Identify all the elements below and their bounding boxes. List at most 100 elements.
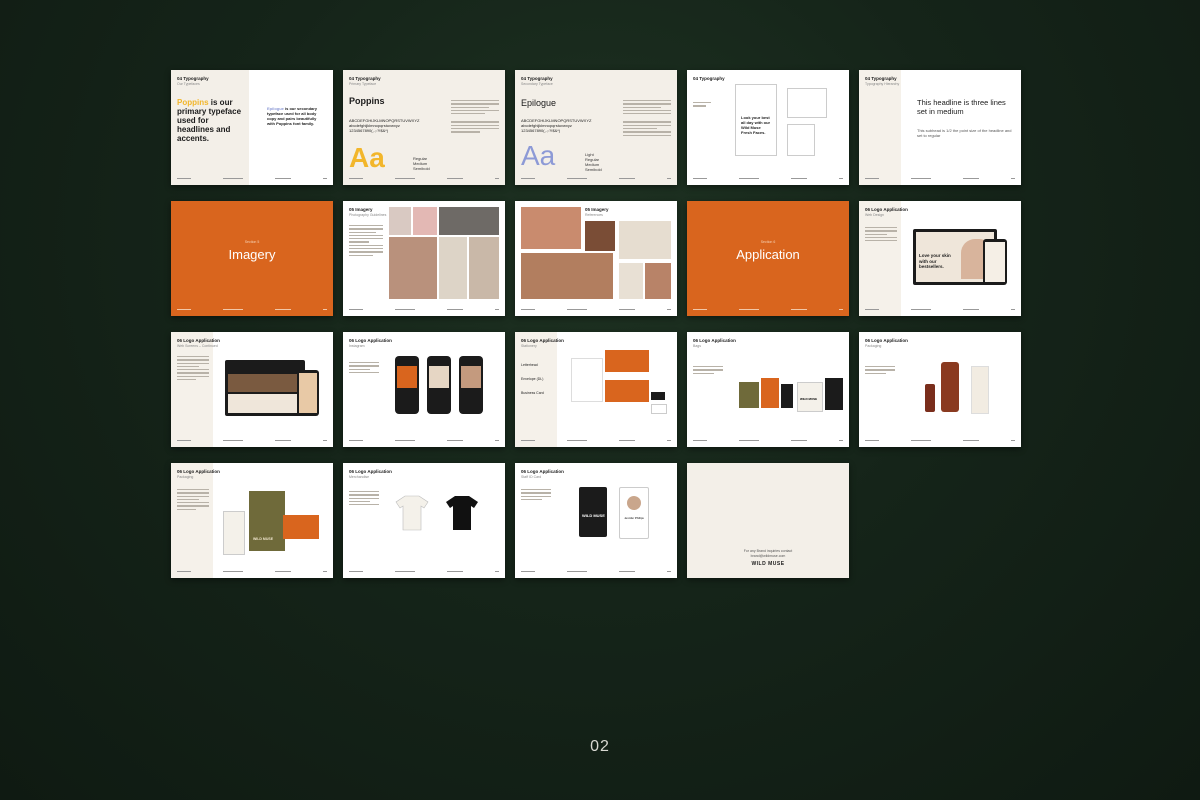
page-number: 02 bbox=[590, 738, 610, 755]
slide-heading: 04 Typography bbox=[521, 76, 553, 81]
slide-subheading: Staff ID Card bbox=[521, 475, 542, 479]
body-copy bbox=[865, 227, 897, 243]
slide-subheading: Web Design bbox=[865, 213, 885, 217]
photo-product bbox=[439, 207, 499, 235]
font-name: Epilogue bbox=[521, 98, 557, 108]
section-title: Imagery bbox=[228, 247, 276, 262]
slide-heading: 04 Typography bbox=[865, 76, 897, 81]
slide-heading: 06 Logo Application bbox=[521, 469, 564, 474]
slide-typography-hierarchy[interactable]: 04 Typography Typography Hierarchy This h… bbox=[859, 70, 1021, 185]
body-copy bbox=[177, 356, 209, 382]
body-copy bbox=[349, 362, 379, 375]
font-name: Poppins bbox=[349, 96, 385, 106]
bag-orange bbox=[761, 378, 779, 408]
slide-contact[interactable]: For any Brand inquiries contact brand@wi… bbox=[687, 463, 849, 578]
body-copy bbox=[349, 491, 379, 507]
glyph-set: ABCDEFGHIJKLMNOPQRSTUVWXYZ abcdefghijklmn… bbox=[521, 118, 592, 133]
slide-subheading: Packaging bbox=[865, 344, 882, 348]
photo-dropper bbox=[521, 207, 581, 249]
bag-olive bbox=[739, 382, 759, 408]
slide-heading: 06 Logo Application bbox=[693, 338, 736, 343]
sample-glyph: Aa bbox=[521, 140, 556, 171]
photo bbox=[389, 207, 411, 235]
slide-subheading: Our Typefaces bbox=[177, 82, 200, 86]
slide-stationery[interactable]: 06 Logo Application Stationery Letterhead… bbox=[515, 332, 677, 447]
slide-heading: 05 Imagery bbox=[585, 207, 609, 212]
tote-black bbox=[825, 378, 843, 410]
slide-imagery-references[interactable]: 05 Imagery References bbox=[515, 201, 677, 316]
body-copy bbox=[349, 225, 383, 258]
secondary-typeface-statement: Epilogue is our secondary typeface used … bbox=[267, 106, 318, 126]
box-white bbox=[223, 511, 245, 555]
body-copy bbox=[177, 489, 209, 512]
slide-section-application[interactable]: Section 6 Application bbox=[687, 201, 849, 316]
phone-mockup bbox=[297, 370, 319, 416]
side-notes bbox=[693, 102, 711, 109]
body-copy bbox=[521, 489, 551, 502]
phone-mockup-2 bbox=[427, 356, 451, 414]
contact-info: For any Brand inquiries contact brand@wi… bbox=[743, 549, 793, 558]
slide-subheading: Bags bbox=[693, 344, 701, 348]
slide-instagram[interactable]: 06 Logo Application Instagram bbox=[343, 332, 505, 447]
slide-typography-usage[interactable]: 04 Typography Look your best all day wit… bbox=[687, 70, 849, 185]
body-copy bbox=[451, 100, 499, 135]
slide-merchandise[interactable]: 06 Logo Application Merchandise bbox=[343, 463, 505, 578]
section-label: Section 6 bbox=[760, 240, 776, 244]
slide-subheading: Stationery bbox=[521, 344, 537, 348]
primary-typeface-statement: Poppins is our primary typeface used for… bbox=[177, 98, 242, 143]
slide-bags[interactable]: 06 Logo Application Bags WILD MUSE bbox=[687, 332, 849, 447]
slide-photography-guidelines[interactable]: 05 Imagery Photography Guidelines bbox=[343, 201, 505, 316]
stationery-list: Letterhead Envelope (DL) Business Card bbox=[521, 363, 544, 395]
slide-heading: 06 Logo Application bbox=[349, 469, 392, 474]
photo-portrait bbox=[389, 237, 437, 299]
photo-closeup bbox=[521, 253, 613, 299]
slide-secondary-typeface[interactable]: 04 Typography Secondary Typeface Epilogue… bbox=[515, 70, 677, 185]
slide-grid: 04 Typography Our Typefaces Poppins is ou… bbox=[171, 70, 1021, 578]
slide-typography-intro[interactable]: 04 Typography Our Typefaces Poppins is ou… bbox=[171, 70, 333, 185]
letterhead bbox=[571, 358, 603, 402]
photo-flowers bbox=[413, 207, 437, 235]
photo-bottle bbox=[439, 237, 467, 299]
body-copy bbox=[693, 366, 723, 376]
business-card bbox=[651, 392, 665, 400]
slide-subheading: Merchandise bbox=[349, 475, 370, 479]
slide-section-imagery[interactable]: Section 5 Imagery bbox=[171, 201, 333, 316]
slide-subheading: Photography Guidelines bbox=[349, 213, 387, 217]
presentation-overview: { "page": { "number": "02" }, "slides": … bbox=[0, 0, 1200, 800]
section-title: Application bbox=[736, 247, 800, 262]
envelope-back bbox=[605, 380, 649, 402]
sample-glyph: Aa bbox=[349, 142, 385, 173]
slide-primary-typeface[interactable]: 04 Typography Primary Typeface Poppins AB… bbox=[343, 70, 505, 185]
slide-heading: 06 Logo Application bbox=[177, 469, 220, 474]
card-mockup-small bbox=[787, 88, 827, 118]
brand-logo: WILD MUSE bbox=[751, 561, 785, 567]
slide-web-screens[interactable]: 06 Logo Application Web Screens – Continu… bbox=[171, 332, 333, 447]
tote-white: WILD MUSE bbox=[797, 382, 823, 412]
slide-packaging-bottles[interactable]: 06 Logo Application Packaging bbox=[859, 332, 1021, 447]
photo-hands bbox=[645, 263, 671, 299]
slide-subheading: Primary Typeface bbox=[349, 82, 377, 86]
photo-texture bbox=[469, 237, 499, 299]
slide-subheading: Web Screens – Continued bbox=[177, 344, 218, 348]
slide-heading: 04 Typography bbox=[693, 76, 725, 81]
id-card-back: Jennifer Phillips bbox=[619, 487, 649, 539]
hierarchy-headline: This headline is three lines set in medi… bbox=[917, 98, 1006, 116]
photo-towels bbox=[619, 221, 671, 259]
tshirt-white bbox=[395, 495, 429, 531]
id-card-front: WILD MUSE bbox=[579, 487, 607, 537]
tshirt-black bbox=[446, 496, 478, 530]
photo-face bbox=[585, 221, 615, 251]
tablet-mockup bbox=[983, 239, 1007, 285]
slide-heading: 06 Logo Application bbox=[865, 338, 908, 343]
bottle-dropper bbox=[925, 384, 935, 412]
slide-web-design[interactable]: 06 Logo Application Web Design Love your … bbox=[859, 201, 1021, 316]
business-card-back bbox=[651, 404, 667, 414]
glyph-set: ABCDEFGHIJKLMNOPQRSTUVWXYZ abcdefghijklmn… bbox=[349, 118, 420, 133]
weight-list: Regular Medium Semibold bbox=[413, 156, 430, 171]
card-mockup-tiny bbox=[787, 124, 815, 156]
slide-staff-id[interactable]: 06 Logo Application Staff ID Card WILD MU… bbox=[515, 463, 677, 578]
body-copy bbox=[865, 366, 895, 376]
slide-packaging-boxes[interactable]: 06 Logo Application Packaging WILD MUSE bbox=[171, 463, 333, 578]
phone-mockup-1 bbox=[395, 356, 419, 414]
slide-subheading: Packaging bbox=[177, 475, 194, 479]
